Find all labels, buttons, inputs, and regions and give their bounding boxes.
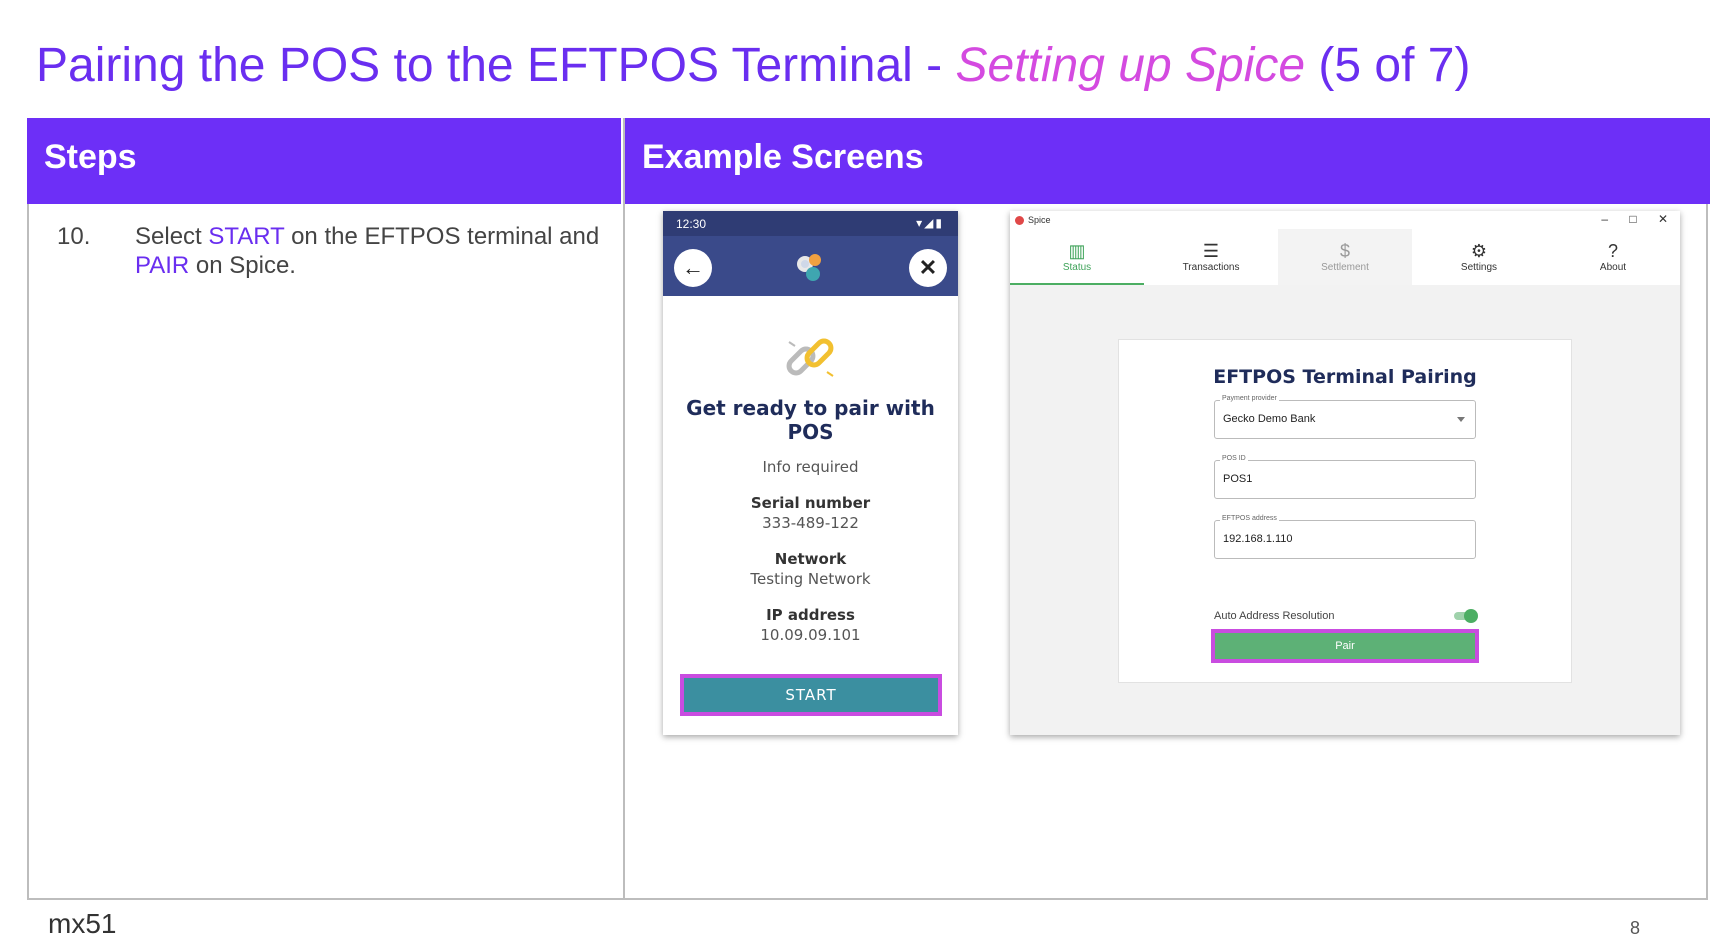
field-label: EFTPOS address [1220, 515, 1279, 522]
pos-id-field[interactable]: POS ID POS1 [1214, 455, 1476, 499]
field-value: POS1 [1223, 473, 1253, 485]
chevron-down-icon [1457, 417, 1465, 422]
step-text: Select START on the EFTPOS terminal and … [135, 222, 615, 280]
tab-label: Settlement [1321, 262, 1369, 273]
payment-provider-select[interactable]: Payment provider Gecko Demo Bank [1214, 395, 1476, 439]
settlement-icon: $ [1339, 241, 1350, 261]
maximize-icon[interactable]: □ [1629, 212, 1636, 226]
page-number: 8 [1630, 918, 1641, 938]
minimize-icon[interactable]: – [1601, 212, 1608, 226]
step-text-part: on Spice. [189, 252, 296, 279]
help-icon: ? [1607, 241, 1618, 261]
network-label: Network [774, 550, 847, 568]
eftpos-terminal-screen: 12:30 ▾◢▮ ← ✕ Get ready to pair with POS… [663, 211, 958, 735]
tab-label: Status [1062, 262, 1092, 273]
tab-settings[interactable]: ⚙ Settings [1412, 229, 1546, 285]
step-text-part: on the EFTPOS terminal and [284, 223, 600, 250]
column-divider [623, 118, 625, 900]
close-icon[interactable]: ✕ [909, 249, 947, 287]
auto-address-label: Auto Address Resolution [1214, 610, 1335, 622]
app-logo-icon [797, 254, 821, 281]
title-part2: (5 of 7) [1305, 39, 1471, 92]
phone-status-icons: ▾◢▮ [916, 216, 944, 230]
serial-number-label: Serial number [750, 494, 871, 512]
pairing-card-title: EFTPOS Terminal Pairing [1213, 366, 1477, 388]
header-example-screens: Example Screens [642, 138, 924, 176]
field-label: Payment provider [1220, 395, 1279, 402]
eftpos-address-field[interactable]: EFTPOS address 192.168.1.110 [1214, 515, 1476, 559]
step-text-part: Select [135, 223, 209, 250]
field-label: POS ID [1220, 455, 1248, 462]
ip-address-label: IP address [766, 606, 855, 624]
back-arrow-icon[interactable]: ← [674, 249, 712, 287]
header-steps: Steps [44, 138, 137, 176]
title-accent: Setting up Spice [955, 39, 1306, 92]
tab-settlement[interactable]: $ Settlement [1278, 229, 1412, 285]
tab-status[interactable]: ▥ Status [1010, 229, 1144, 285]
mx51-logo: mx51 [48, 908, 117, 939]
list-icon: ☰ [1202, 241, 1220, 261]
info-required-text: Info required [762, 458, 859, 476]
pair-button[interactable]: Pair [1211, 629, 1479, 663]
chart-icon: ▥ [1068, 241, 1086, 261]
nav-tabs: ▥ Status ☰ Transactions $ Settlement ⚙ S… [1010, 229, 1680, 285]
window-title: Spice [1028, 215, 1051, 225]
step-highlight-pair: PAIR [135, 252, 190, 279]
field-value: 192.168.1.110 [1223, 533, 1293, 545]
slide-title: Pairing the POS to the EFTPOS Terminal -… [36, 38, 1470, 93]
title-part1: Pairing the POS to the EFTPOS Terminal - [36, 39, 956, 92]
tab-label: Transactions [1182, 262, 1240, 273]
window-close-icon[interactable]: ✕ [1658, 212, 1668, 226]
table-header: Steps Example Screens [27, 118, 1710, 204]
step-number: 10. [57, 223, 91, 250]
network-value: Testing Network [750, 570, 871, 588]
step-highlight-start: START [208, 223, 285, 250]
pairing-card: EFTPOS Terminal Pairing Payment provider… [1118, 339, 1572, 683]
phone-app-bar: ← ✕ [663, 236, 958, 296]
start-button[interactable]: START [680, 674, 942, 716]
auto-address-toggle[interactable] [1454, 609, 1478, 623]
spice-app-icon [1015, 216, 1024, 226]
tab-label: About [1599, 262, 1627, 273]
phone-status-bar: 12:30 ▾◢▮ [663, 211, 958, 236]
gear-icon: ⚙ [1470, 241, 1488, 261]
toggle-knob [1464, 609, 1478, 623]
tab-about[interactable]: ? About [1546, 229, 1680, 285]
ip-address-value: 10.09.09.101 [760, 626, 861, 644]
spice-app-screen: Spice – □ ✕ ▥ Status ☰ Transactions $ Se… [1010, 211, 1680, 735]
phone-body: Get ready to pair with POS Info required… [663, 328, 958, 644]
tab-transactions[interactable]: ☰ Transactions [1144, 229, 1278, 285]
serial-number-value: 333-489-122 [762, 514, 859, 532]
chain-link-icon [786, 338, 834, 377]
tab-label: Settings [1460, 262, 1498, 273]
field-value: Gecko Demo Bank [1223, 413, 1316, 425]
window-titlebar: Spice – □ ✕ [1010, 211, 1680, 229]
phone-time: 12:30 [676, 217, 707, 231]
window-controls: – □ ✕ [1583, 212, 1668, 226]
pair-heading: Get ready to pair with POS [686, 396, 935, 444]
